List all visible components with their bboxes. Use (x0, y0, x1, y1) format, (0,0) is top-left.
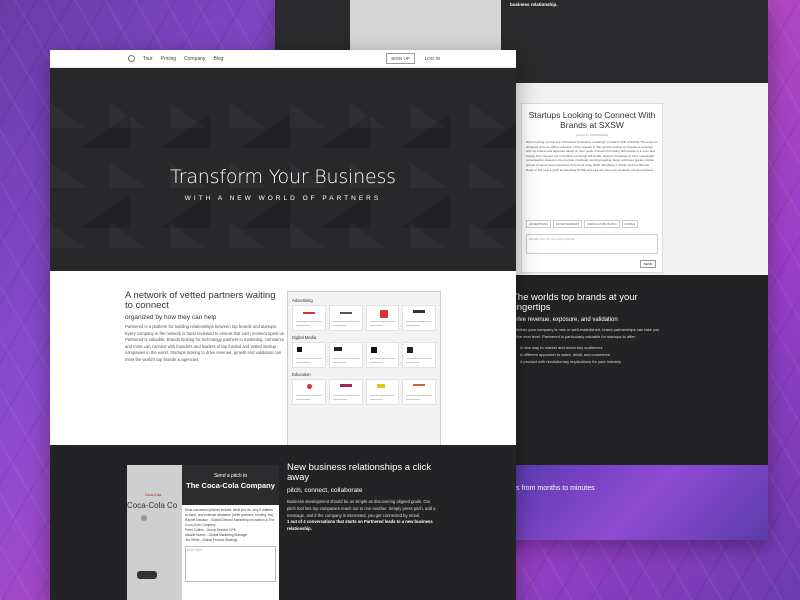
nav-pricing[interactable]: Pricing (161, 56, 176, 62)
list-item: A new way to market and reach key audien… (520, 344, 768, 351)
tag-chip[interactable]: MEDIA & PUBLISHING (584, 220, 620, 228)
brands-sub: Drive revenue, exposure, and validation (512, 317, 618, 323)
network-section: A network of vetted partners waiting to … (50, 271, 516, 446)
cta-text: s from months to minutes (516, 485, 595, 492)
pitch-message-input[interactable]: Enter here... (185, 546, 276, 582)
category-label: Digital Media (292, 335, 317, 340)
post-card: Startups Looking to Connect With Brands … (521, 103, 663, 273)
tag-chip[interactable]: ENTERTAINMENT (552, 220, 583, 228)
brands-list: A new way to market and reach key audien… (520, 344, 768, 365)
back-brands-section: The worlds top brands at your fingertips… (512, 275, 768, 465)
biz-sub: pitch, connect, collaborate (287, 487, 363, 494)
globe-icon (141, 515, 147, 521)
pitch-form: Most successful pitches include: what yo… (182, 505, 279, 600)
tag-chip[interactable]: MOBILE (621, 220, 639, 228)
top-nav: Tour Pricing Company Blog SIGN UP LOG IN (50, 50, 516, 68)
post-tags: ADVERTISING ENTERTAINMENT MEDIA & PUBLISHI… (526, 212, 658, 230)
brand-tile[interactable] (402, 342, 436, 368)
pitch-button[interactable] (137, 571, 157, 579)
brand-tile[interactable] (365, 342, 400, 368)
brand-tile[interactable] (292, 342, 326, 368)
brand-directory-preview: Advertising Digital Media Education (287, 291, 441, 446)
reply-input[interactable]: Explain how we can work together... (526, 234, 658, 254)
nav-tour[interactable]: Tour (143, 56, 153, 62)
post-title: Startups Looking to Connect With Brands … (528, 110, 656, 130)
company-name: Coca-Cola Co (127, 501, 178, 510)
brand-tile[interactable] (365, 305, 400, 331)
back-cta-section: s from months to minutes (516, 465, 768, 540)
hero-subtitle: WITH A NEW WORLD OF PARTNERS (184, 195, 382, 202)
network-heading: A network of vetted partners waiting to … (125, 290, 276, 311)
post-body: We're hosting our first ever Partnered "… (526, 140, 657, 172)
tag-chip[interactable]: ADVERTISING (526, 220, 551, 228)
category-label: Advertising (292, 298, 313, 303)
option-row[interactable]: Rachel Dawson - Global Director Marketin… (185, 518, 276, 528)
nav-blog[interactable]: Blog (213, 56, 223, 62)
option-row[interactable]: Most successful pitches include: what yo… (185, 508, 276, 518)
nav-company[interactable]: Company (184, 56, 205, 62)
hero-section: Transform Your Business WITH A NEW WORLD… (50, 68, 516, 271)
brand-tile[interactable] (402, 379, 436, 405)
biz-highlight: 1 out of 4 conversations that starts on … (287, 519, 433, 532)
list-item: A product with revolutionary implication… (520, 358, 768, 365)
back-pitch-preview (350, 0, 501, 50)
back-relationship-text: business relationship. (510, 2, 558, 7)
brands-heading: The worlds top brands at your fingertips (512, 292, 638, 313)
list-item: A different approach to sales, retail, a… (520, 351, 768, 358)
pitch-company: The Coca-Cola Company (186, 481, 275, 490)
brands-body: Whether your company is new or well-esta… (512, 327, 660, 339)
brand-tile[interactable] (292, 379, 326, 405)
pitch-header: Send a pitch to The Coca-Cola Company (182, 465, 279, 505)
category-label: Education (292, 372, 311, 377)
send-button[interactable]: SEND (639, 260, 656, 268)
signup-button[interactable]: SIGN UP (386, 53, 415, 64)
biz-heading: New business relationships a click away (287, 462, 432, 483)
brand-tile[interactable] (328, 379, 363, 405)
hero-title: Transform Your Business (170, 166, 396, 188)
front-page-screenshot: Tour Pricing Company Blog SIGN UP LOG IN… (50, 50, 516, 600)
login-button[interactable]: LOG IN (421, 54, 444, 63)
pitch-section: Coca-Cola Coca-Cola Co Send a pitch to T… (50, 445, 516, 600)
pitch-send-label: Send a pitch to (213, 473, 248, 479)
pitch-preview: Coca-Cola Coca-Cola Co Send a pitch to T… (127, 465, 279, 600)
network-body: Partnered is a platform for building rel… (125, 324, 285, 362)
post-author: posted by PARTNERED (575, 133, 609, 137)
option-row[interactable]: Jim White - Global Product Strategy (185, 538, 276, 543)
brand-tile[interactable] (328, 305, 363, 331)
brand-tile[interactable] (402, 305, 436, 331)
brand-tile[interactable] (328, 342, 363, 368)
biz-body: Business development should be as simple… (287, 499, 436, 518)
network-sub: organized by how they can help (125, 314, 217, 321)
brand-tile[interactable] (365, 379, 400, 405)
logo-icon[interactable] (128, 55, 135, 62)
brand-tile[interactable] (292, 305, 326, 331)
coca-cola-logo: Coca-Cola (144, 493, 162, 497)
